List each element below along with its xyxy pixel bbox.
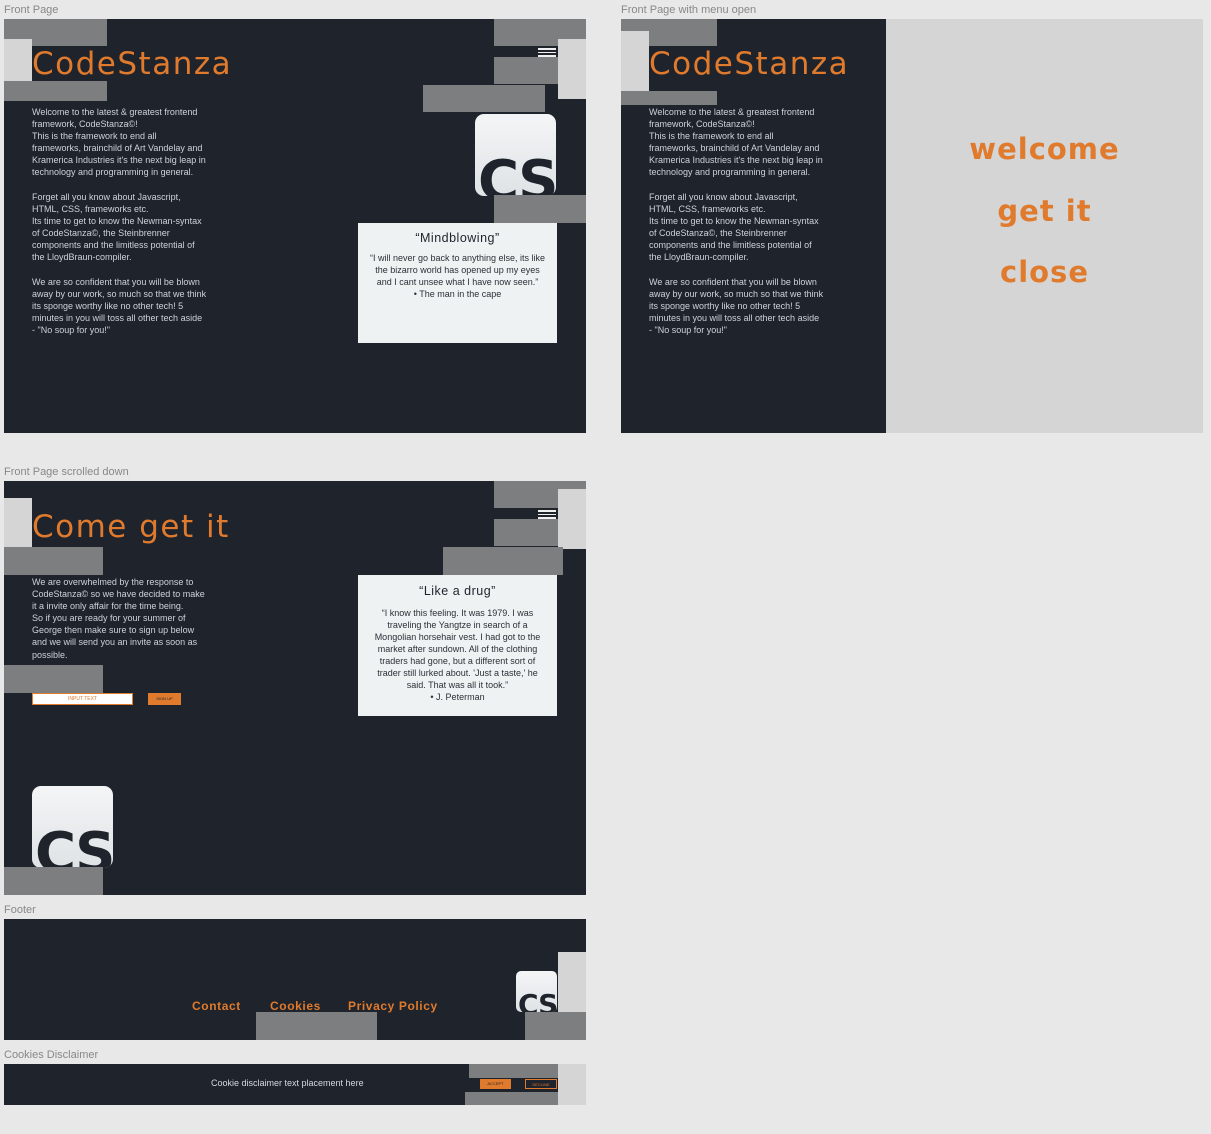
deco-block <box>469 1064 562 1078</box>
cookie-decline-button[interactable]: DECLINE <box>525 1079 557 1089</box>
testimonial-author: • The man in the cape <box>413 289 502 299</box>
deco-block <box>558 489 586 549</box>
scrolled-frame: Come get it We are overwhelmed by the re… <box>4 481 586 895</box>
deco-block <box>4 547 103 575</box>
cookie-disclaimer-text: Cookie disclaimer text placement here <box>211 1078 364 1088</box>
frame-label-cookies: Cookies Disclaimer <box>4 1049 99 1061</box>
deco-block <box>494 195 586 223</box>
intro-paragraph: Welcome to the latest & greatest fronten… <box>649 107 823 178</box>
cookie-accept-button[interactable]: ACCEPT <box>480 1079 511 1089</box>
syntax-paragraph: Forget all you know about Javascript, HT… <box>649 192 819 263</box>
hamburger-menu-icon[interactable] <box>538 48 556 57</box>
cs-logo: CS <box>516 971 557 1012</box>
testimonial-card: “Like a drug” “I know this feeling. It w… <box>358 575 557 716</box>
footer-link-privacy-policy[interactable]: Privacy Policy <box>348 999 438 1013</box>
cookie-frame: Cookie disclaimer text placement here AC… <box>4 1064 586 1105</box>
menu-item-welcome[interactable]: welcome <box>886 132 1203 166</box>
deco-block <box>558 39 586 99</box>
section-heading: Come get it <box>32 509 230 545</box>
invite-paragraph: We are overwhelmed by the response to Co… <box>32 577 205 660</box>
syntax-paragraph: Forget all you know about Javascript, HT… <box>32 192 202 263</box>
cs-logo: CS <box>32 786 113 868</box>
testimonial-card: “Mindblowing” “I will never go back to a… <box>358 223 557 343</box>
design-canvas: Front Page CodeStanza Welcome to the lat… <box>0 0 1211 1134</box>
footer-link-cookies[interactable]: Cookies <box>270 999 321 1013</box>
frame-label-footer: Footer <box>4 904 36 916</box>
deco-block <box>558 952 586 1012</box>
deco-block <box>256 1012 377 1040</box>
testimonial-title: “Mindblowing” <box>415 231 500 245</box>
deco-block <box>621 31 649 91</box>
deco-block <box>443 547 563 575</box>
deco-block <box>4 867 103 895</box>
testimonial-author: • J. Peterman <box>430 692 485 702</box>
invite-email-input[interactable]: INPUT TEXT <box>32 693 133 705</box>
hamburger-menu-icon[interactable] <box>538 510 556 519</box>
deco-block <box>423 85 545 112</box>
footer-frame: Contact Cookies Privacy Policy CS <box>4 919 586 1040</box>
testimonial-title: “Like a drug” <box>419 584 496 598</box>
frame-label-front-page: Front Page <box>4 4 59 16</box>
frame-label-menu-open: Front Page with menu open <box>621 4 757 16</box>
confidence-paragraph: We are so confident that you will be blo… <box>32 277 207 336</box>
deco-block <box>4 81 107 101</box>
frame-label-scrolled: Front Page scrolled down <box>4 466 129 478</box>
deco-block <box>4 665 103 693</box>
confidence-paragraph: We are so confident that you will be blo… <box>649 277 824 336</box>
deco-block <box>494 57 562 84</box>
deco-block <box>494 519 562 546</box>
front-page-frame: CodeStanza Welcome to the latest & great… <box>4 19 586 433</box>
brand-title: CodeStanza <box>32 46 233 82</box>
footer-link-contact[interactable]: Contact <box>192 999 241 1013</box>
testimonial-body: “I know this feeling. It was 1979. I was… <box>374 608 541 690</box>
menu-open-frame: CodeStanza Welcome to the latest & great… <box>621 19 1203 433</box>
cs-logo: CS <box>475 114 556 196</box>
testimonial-body: “I will never go back to anything else, … <box>369 253 546 287</box>
signup-button[interactable]: SIGN UP <box>148 693 181 705</box>
deco-block <box>558 1064 586 1105</box>
deco-block <box>621 91 717 105</box>
menu-panel: welcome get it close <box>886 19 1203 433</box>
deco-block <box>465 1092 562 1105</box>
intro-paragraph: Welcome to the latest & greatest fronten… <box>32 107 206 178</box>
menu-item-get-it[interactable]: get it <box>886 194 1203 228</box>
brand-title: CodeStanza <box>649 46 850 82</box>
menu-item-close[interactable]: close <box>886 255 1203 289</box>
deco-block <box>525 1012 586 1040</box>
